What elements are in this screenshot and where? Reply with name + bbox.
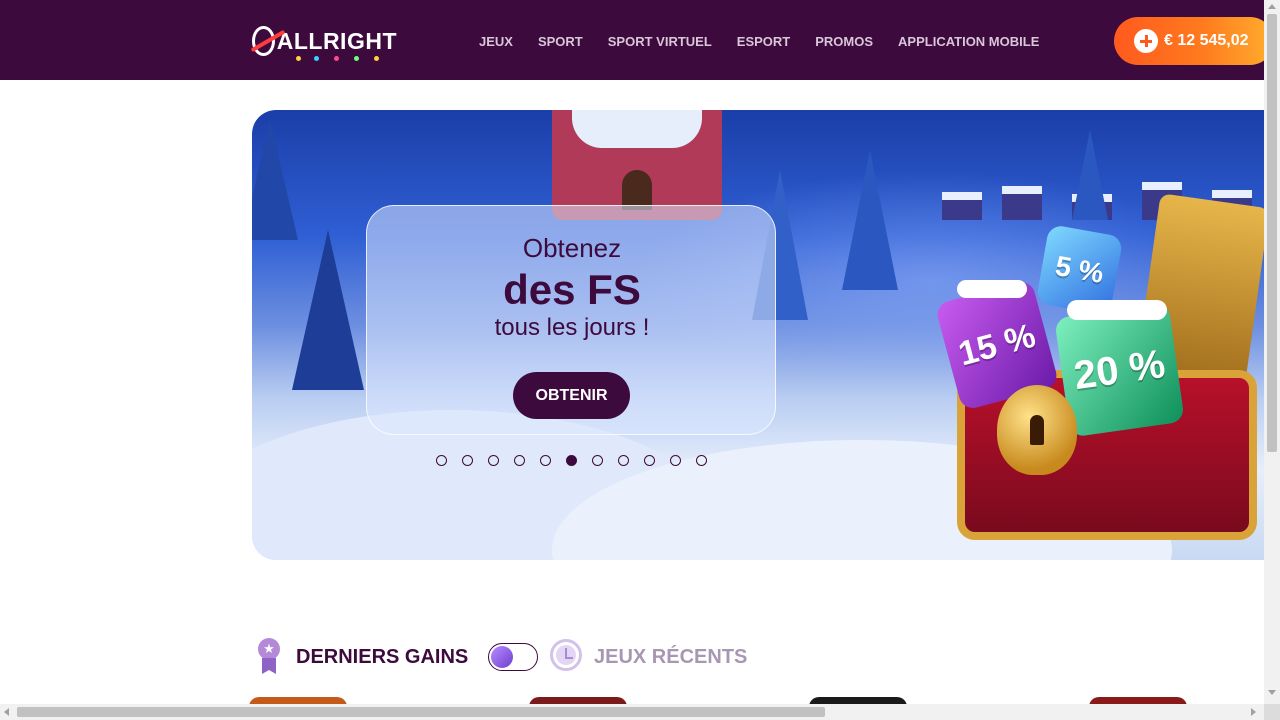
- carousel-dot[interactable]: [436, 455, 447, 466]
- horizontal-scrollbar[interactable]: [0, 704, 1264, 720]
- scroll-down-arrow-icon[interactable]: [1268, 690, 1276, 695]
- award-ribbon-icon: [256, 638, 282, 674]
- carousel-dot[interactable]: [644, 455, 655, 466]
- nav-item-jeux[interactable]: JEUX: [479, 32, 513, 52]
- nav-item-sport-virtuel[interactable]: SPORT VIRTUEL: [608, 32, 712, 52]
- tree-illustration: [292, 230, 364, 390]
- promo-line-obtenez: Obtenez: [522, 233, 622, 263]
- treasure-chest-illustration: 15 % 5 % 20 %: [934, 193, 1264, 550]
- vertical-scrollbar[interactable]: [1264, 0, 1280, 704]
- scroll-right-arrow-icon[interactable]: [1251, 708, 1256, 716]
- horizontal-scroll-thumb[interactable]: [17, 707, 825, 717]
- carousel-dot-active[interactable]: [566, 455, 577, 466]
- carousel-dot[interactable]: [514, 455, 525, 466]
- logo-ring-icon: [252, 26, 275, 56]
- derniers-gains-tab[interactable]: DERNIERS GAINS: [296, 646, 468, 669]
- medal-shape: [258, 638, 280, 660]
- carousel-dot[interactable]: [488, 455, 499, 466]
- scrollbar-corner: [1264, 704, 1280, 720]
- promo-banner: 15 % 5 % 20 % Obtenez des FS tous les jo…: [252, 110, 1264, 560]
- toggle-knob: [491, 646, 513, 668]
- balance-amount: € 12 545,02: [1164, 32, 1249, 49]
- tree-illustration: [252, 120, 298, 240]
- scroll-up-arrow-icon[interactable]: [1268, 4, 1276, 9]
- carousel-dots: [436, 455, 722, 466]
- deposit-balance-button[interactable]: € 12 545,02: [1114, 17, 1274, 65]
- carousel-dot[interactable]: [618, 455, 629, 466]
- carousel-dot[interactable]: [670, 455, 681, 466]
- carousel-dot[interactable]: [462, 455, 473, 466]
- plus-icon: [1134, 29, 1158, 53]
- nav-item-sport[interactable]: SPORT: [538, 32, 583, 52]
- winners-section-header: DERNIERS GAINS JEUX RÉCENTS: [252, 636, 852, 680]
- vertical-scroll-thumb[interactable]: [1267, 14, 1277, 452]
- promo-subline: tous les jours !: [494, 314, 650, 341]
- promo-card: Obtenez des FS tous les jours ! OBTENIR: [366, 205, 776, 435]
- top-header: ALLRIGHT JEUX SPORT SPORT VIRTUEL ESPORT…: [0, 0, 1274, 80]
- clock-history-icon: [550, 639, 582, 671]
- logo-text: ALLRIGHT: [276, 27, 397, 54]
- nav-item-promos[interactable]: PROMOS: [815, 32, 873, 52]
- promo-headline: des FS: [503, 266, 641, 313]
- site-logo[interactable]: ALLRIGHT: [252, 18, 397, 64]
- logo-lights-decoration: [292, 56, 392, 64]
- page: ALLRIGHT JEUX SPORT SPORT VIRTUEL ESPORT…: [0, 0, 1280, 720]
- tree-illustration: [842, 150, 898, 290]
- snow-cap-decoration: [957, 280, 1027, 298]
- gains-recent-toggle[interactable]: [488, 643, 538, 671]
- keyhole-lock-icon: [997, 385, 1077, 475]
- main-nav: JEUX SPORT SPORT VIRTUEL ESPORT PROMOS A…: [479, 32, 1064, 52]
- carousel-dot[interactable]: [696, 455, 707, 466]
- snow-cap-decoration: [1067, 300, 1167, 320]
- nav-item-esport[interactable]: ESPORT: [737, 32, 790, 52]
- obtenir-button[interactable]: OBTENIR: [513, 372, 630, 419]
- carousel-dot[interactable]: [592, 455, 603, 466]
- jeux-recents-tab[interactable]: JEUX RÉCENTS: [594, 646, 747, 669]
- scroll-left-arrow-icon[interactable]: [4, 708, 9, 716]
- banner-house-illustration: [552, 110, 722, 220]
- ribbon-shape: [262, 658, 276, 674]
- carousel-dot[interactable]: [540, 455, 551, 466]
- nav-item-application-mobile[interactable]: APPLICATION MOBILE: [898, 32, 1039, 52]
